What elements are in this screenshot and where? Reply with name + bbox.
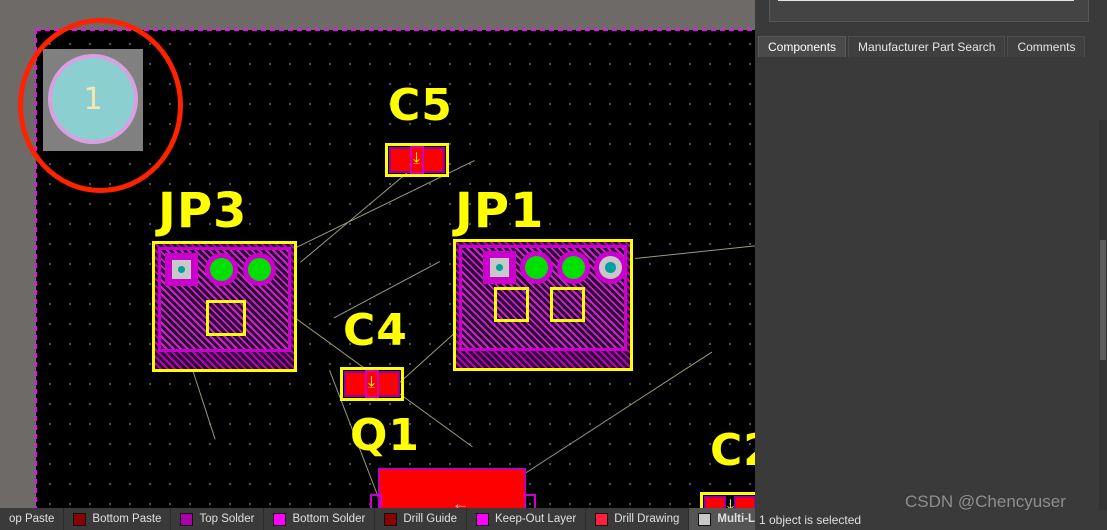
pad-hole [496,264,503,271]
pad-round-inner [598,255,623,280]
watermark: CSDN @Chencyuser [905,492,1066,511]
tab-components[interactable]: Components [758,36,847,57]
polarity-arrow-icon: ⤓ [413,150,421,167]
designator-c4: C4 [343,305,408,356]
pad-square[interactable] [165,253,198,286]
silkscreen-square [494,287,529,322]
pad-round-inner [209,257,234,282]
silkscreen-square [550,287,585,322]
layer-tab-label: Multi-Layer [717,513,755,525]
layer-tab-multi-layer[interactable]: Multi-Layer [689,508,755,530]
layer-tab-label: op Paste [9,513,55,525]
layer-color-swatch [73,512,87,526]
component-jp3[interactable] [152,241,297,372]
pad-hole [605,262,616,273]
layer-color-swatch [180,512,194,526]
pad-round[interactable] [520,251,553,284]
designator-c2: C2 [710,425,755,476]
layer-tab-keep-out-layer[interactable]: Keep-Out Layer [467,508,587,530]
panel-scrollbar[interactable] [1099,120,1107,520]
component-c5[interactable]: ⤓ [385,143,449,177]
pcb-canvas[interactable]: 1 ⤓ ⤓ ← ⤓ JP3 JP1 C5 C4 Q1 C op Paste Bo… [0,0,755,530]
smd-pad-right[interactable] [421,147,445,173]
layer-color-swatch [476,512,489,526]
layer-tab-label: Drill Drawing [614,513,680,525]
panel-scrollbar-thumb[interactable] [1100,240,1106,360]
pad-round-inner [524,255,549,280]
layer-tab-label: Keep-Out Layer [495,513,577,525]
component-list-area[interactable] [778,0,1074,1]
layer-color-swatch [595,512,609,526]
component-list-box[interactable]: ▼ [769,0,1089,22]
pad-square-inner [171,259,192,280]
layer-tab-top-solder[interactable]: Top Solder [171,508,265,530]
layer-tab-label: Top Solder [199,513,255,525]
tab-comments[interactable]: Comments [1007,36,1086,57]
layer-tab-label: Drill Guide [403,513,457,525]
status-bar: 1 object is selected [755,510,1107,530]
component-jp1[interactable] [453,239,633,371]
component-c4[interactable]: ⤓ [340,367,404,401]
pad-round-inner [247,257,272,282]
tab-manufacturer-part-search[interactable]: Manufacturer Part Search [848,36,1006,57]
pad-round[interactable] [557,251,590,284]
layer-color-swatch [384,512,398,526]
application-window: 1 ⤓ ⤓ ← ⤓ JP3 JP1 C5 C4 Q1 C op Paste Bo… [0,0,1107,530]
layer-tab-bottom-paste[interactable]: Bottom Paste [64,508,172,530]
layer-tab-label: Bottom Paste [92,513,162,525]
pad-round[interactable] [243,253,276,286]
layer-tab-drill-drawing[interactable]: Drill Drawing [586,508,690,530]
status-text: 1 object is selected [759,513,862,527]
designator-jp3: JP3 [158,183,248,239]
layer-tab-label: Bottom Solder [292,513,366,525]
pad-square-inner [489,257,510,278]
layer-color-swatch [698,512,712,526]
properties-panel: ▼ Properties ▼ Pad Components (and 12 mo… [755,0,1107,530]
pad-hole [178,266,185,273]
layer-tab-bar[interactable]: op Paste Bottom Paste Top Solder Bottom Sol… [0,508,755,530]
pad-square[interactable] [483,251,516,284]
panel-tab-bar[interactable]: Components Manufacturer Part Search Comm… [758,35,1107,57]
silkscreen-square [206,300,246,336]
pad-round-inner [561,255,586,280]
annotation-highlight-circle [18,18,183,193]
pad-round[interactable] [205,253,238,286]
layer-tab-drill-guide[interactable]: Drill Guide [375,508,467,530]
layer-color-swatch [273,512,287,526]
designator-q1: Q1 [350,410,421,461]
smd-pad-right[interactable] [376,371,400,397]
designator-jp1: JP1 [455,183,545,239]
designator-c5: C5 [388,80,453,131]
polarity-arrow-icon: ⤓ [368,374,376,391]
pad-round-gray[interactable] [594,251,627,284]
layer-tab-op-paste[interactable]: op Paste [0,508,65,530]
layer-tab-bottom-solder[interactable]: Bottom Solder [264,508,376,530]
